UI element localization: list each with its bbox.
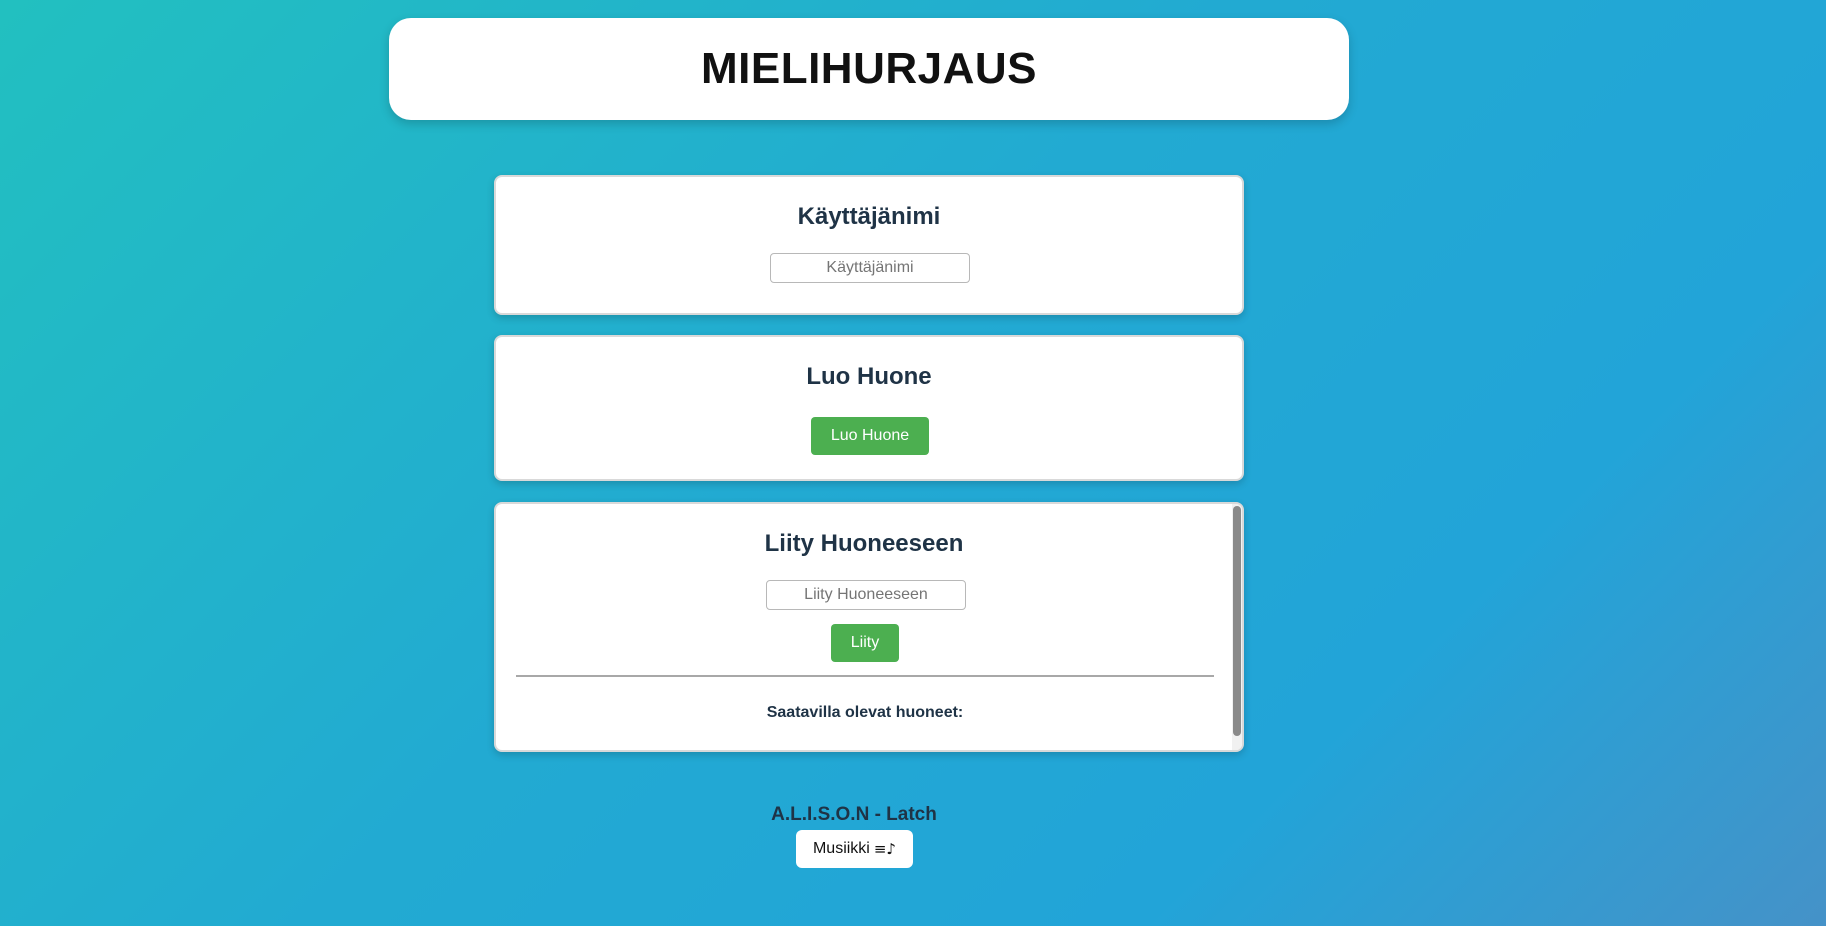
username-input[interactable] (770, 253, 970, 283)
username-heading: Käyttäjänimi (797, 203, 941, 230)
app-title: MIELIHURJAUS (700, 44, 1038, 93)
music-button-label: Musiikki (812, 840, 870, 857)
room-code-input[interactable] (766, 580, 966, 610)
join-room-card: Liity Huoneeseen Liity Saatavilla olevat… (494, 502, 1244, 752)
create-room-card: Luo Huone Luo Huone (494, 335, 1244, 481)
available-rooms-label: Saatavilla olevat huoneet: (766, 704, 964, 721)
join-room-heading: Liity Huoneeseen (764, 530, 964, 557)
create-room-heading: Luo Huone (806, 363, 932, 390)
music-list-icon: ≡♪ (873, 840, 897, 858)
create-room-button[interactable]: Luo Huone (811, 417, 929, 455)
music-button[interactable]: Musiikki ≡♪ (796, 830, 913, 868)
username-card: Käyttäjänimi (494, 175, 1244, 315)
divider (516, 675, 1214, 677)
now-playing-title: A.L.I.S.O.N - Latch (771, 804, 937, 825)
scrollbar-thumb[interactable] (1233, 506, 1241, 736)
join-room-button[interactable]: Liity (831, 624, 899, 662)
app-header: MIELIHURJAUS (389, 18, 1349, 120)
card-scrollbar[interactable] (1232, 504, 1242, 750)
